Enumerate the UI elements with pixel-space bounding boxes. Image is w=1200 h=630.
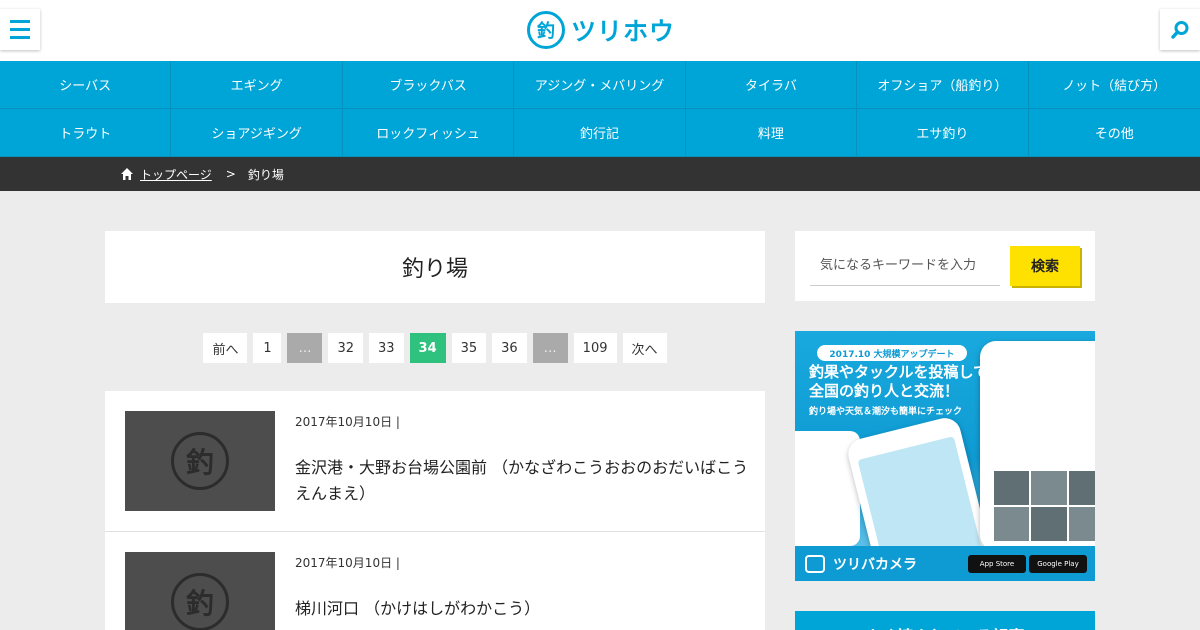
nav-item-other[interactable]: その他 [1028,109,1200,157]
post-date: 2017年10月10日 | [295,556,400,570]
phone-mockup-right [980,341,1095,551]
list-item[interactable]: 釣 2017年10月10日 | 梯川河口 （かけはしがわかこう） [105,532,765,630]
nav-item-cooking[interactable]: 料理 [685,109,858,157]
nav-item-seabass[interactable]: シーバス [0,61,172,109]
nav-item-offshore[interactable]: オフショア（船釣り） [857,61,1029,109]
nav-item-tairaba[interactable]: タイラバ [685,61,858,109]
post-thumbnail[interactable]: 釣 [125,552,275,630]
hamburger-icon-line [10,20,30,23]
camera-icon [805,554,825,573]
sidebar-popular-heading: よく読まれている記事 [795,611,1095,630]
pagination-page-35[interactable]: 35 [451,333,487,363]
hamburger-icon-line [10,36,30,39]
list-item[interactable]: 釣 2017年10月10日 | 金沢港・大野お台場公園前 （かなざわこうおおのお… [105,391,765,532]
pagination-page-109[interactable]: 109 [573,333,617,363]
pagination-current-page: 34 [409,333,446,363]
google-play-badge[interactable]: Google Play [1029,555,1087,573]
nav-item-fishing-report[interactable]: 釣行記 [514,109,686,157]
banner-update-badge: 2017.10 大規模アップデート [817,345,967,361]
nav-item-blackbass[interactable]: ブラックバス [342,61,515,109]
breadcrumb-separator: > [225,167,236,181]
app-store-badge[interactable]: App Store [968,555,1026,573]
breadcrumb-home-link[interactable]: トップページ [140,166,212,183]
site-header: 釣 ツリホウ [0,0,1200,61]
pagination-ellipsis: … [287,333,323,363]
pagination-prev[interactable]: 前へ [203,333,248,363]
post-thumbnail[interactable]: 釣 [125,411,275,511]
home-icon [121,168,133,180]
photo-grid [994,471,1095,541]
nav-item-eging[interactable]: エギング [171,61,343,109]
nav-item-bait-fishing[interactable]: エサ釣り [857,109,1029,157]
nav-item-shore-jigging[interactable]: ショアジギング [171,109,343,157]
search-submit-button[interactable]: 検索 [1010,246,1080,286]
search-input[interactable] [810,246,1000,286]
category-nav: シーバス エギング ブラックバス アジング・メバリング タイラバ オフショア（船… [0,61,1200,157]
nav-item-rockfish[interactable]: ロックフィッシュ [342,109,515,157]
pagination-page-36[interactable]: 36 [492,333,527,363]
header-search-button[interactable] [1160,9,1200,50]
post-title-link[interactable]: 梯川河口 （かけはしがわかこう） [295,596,755,622]
placeholder-fishing-icon: 釣 [171,573,229,630]
hamburger-icon-line [10,28,30,31]
banner-app-name: ツリバカメラ [833,556,917,573]
placeholder-fishing-icon: 釣 [171,432,229,490]
nav-item-ajing-mebaring[interactable]: アジング・メバリング [514,61,686,109]
sidebar-search: 検索 [795,231,1095,301]
pagination-next[interactable]: 次へ [622,333,667,363]
search-icon [1171,20,1189,39]
hamburger-menu-button[interactable] [0,9,40,50]
logo-mark: 釣 [527,11,565,49]
pagination-page-33[interactable]: 33 [369,333,404,363]
nav-item-knot[interactable]: ノット（結び方） [1028,61,1200,109]
banner-subtext: 釣り場や天気＆潮汐も簡単にチェック [809,407,963,417]
banner-headline: 釣果やタックルを投稿して全国の釣り人と交流！ [809,363,989,400]
breadcrumb-current: 釣り場 [247,167,284,182]
post-date: 2017年10月10日 | [295,415,400,429]
pagination-ellipsis: … [532,333,568,363]
logo-text: ツリホウ [571,17,676,46]
pagination-page-1[interactable]: 1 [253,333,282,363]
post-title-link[interactable]: 金沢港・大野お台場公園前 （かなざわこうおおのおだいばこうえんまえ） [295,455,755,507]
post-list: 釣 2017年10月10日 | 金沢港・大野お台場公園前 （かなざわこうおおのお… [105,391,765,630]
app-promo-banner[interactable]: 2017.10 大規模アップデート 釣果やタックルを投稿して全国の釣り人と交流！… [795,331,1095,581]
page-title: 釣り場 [105,231,765,303]
pagination: 前へ 1 … 32 33 34 35 36 … 109 次へ [105,333,765,363]
breadcrumb: トップページ > 釣り場 [0,157,1200,191]
nav-item-trout[interactable]: トラウト [0,109,172,157]
pagination-page-32[interactable]: 32 [328,333,364,363]
site-logo[interactable]: 釣 ツリホウ [527,11,675,49]
